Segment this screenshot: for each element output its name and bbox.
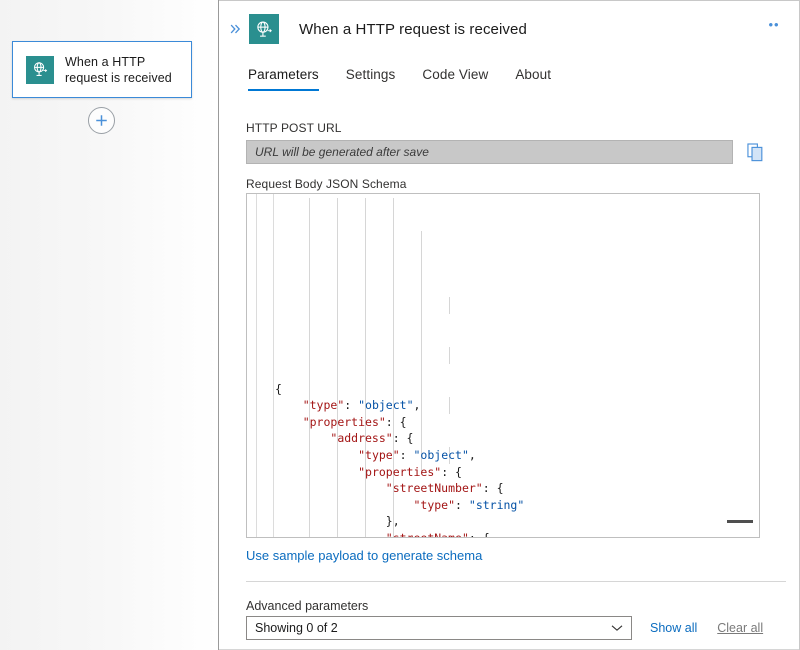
more-options-icon[interactable]: •• [763, 17, 785, 33]
designer-canvas[interactable]: When a HTTP request is received [0, 0, 219, 650]
advanced-parameters-select[interactable]: Showing 0 of 2 [246, 616, 632, 640]
advanced-parameters-row: Showing 0 of 2 Show all Clear all [246, 616, 763, 640]
code-line: "type": "string" [275, 497, 759, 514]
indent-guide [449, 297, 450, 314]
code-line-container: { "type": "object", "properties": { "add… [275, 381, 759, 538]
tab-parameters[interactable]: Parameters [248, 67, 319, 91]
chevron-down-icon [611, 621, 623, 635]
workflow-node-http-trigger[interactable]: When a HTTP request is received [12, 41, 192, 98]
indent-guide [449, 347, 450, 364]
editor-gutter-line [256, 194, 257, 537]
code-line: }, [275, 513, 759, 530]
show-all-link[interactable]: Show all [650, 621, 697, 635]
http-globe-icon [249, 14, 279, 44]
code-line: "streetName": { [275, 530, 759, 538]
http-post-url-row: URL will be generated after save [246, 140, 798, 164]
editor-horizontal-scrollbar[interactable] [727, 520, 753, 523]
trigger-details-panel: When a HTTP request is received •• Param… [219, 0, 800, 650]
json-schema-code[interactable]: { "type": "object", "properties": { "add… [275, 198, 759, 537]
logic-app-designer: When a HTTP request is received [0, 0, 800, 650]
copy-icon[interactable] [745, 141, 765, 163]
page-title: When a HTTP request is received [299, 21, 527, 38]
panel-header: When a HTTP request is received •• [219, 1, 799, 57]
code-line: "streetNumber": { [275, 480, 759, 497]
code-line: "type": "object", [275, 397, 759, 414]
tab-code-view[interactable]: Code View [422, 67, 488, 91]
double-chevron-right-icon[interactable] [224, 22, 246, 36]
code-line: { [275, 381, 759, 398]
code-line: "properties": { [275, 464, 759, 481]
http-post-url-label: HTTP POST URL [246, 121, 342, 135]
code-line: "properties": { [275, 414, 759, 431]
editor-fold-gutter-line [273, 194, 274, 537]
advanced-parameters-value: Showing 0 of 2 [255, 621, 338, 635]
json-schema-editor[interactable]: { "type": "object", "properties": { "add… [246, 193, 760, 538]
clear-all-link[interactable]: Clear all [717, 621, 763, 635]
use-sample-payload-link[interactable]: Use sample payload to generate schema [246, 548, 482, 563]
advanced-parameters-label: Advanced parameters [246, 599, 368, 613]
http-post-url-input[interactable]: URL will be generated after save [246, 140, 733, 164]
code-line: "address": { [275, 430, 759, 447]
tab-settings[interactable]: Settings [346, 67, 396, 91]
tab-about[interactable]: About [515, 67, 551, 91]
add-step-button[interactable] [88, 107, 115, 134]
code-line: "type": "object", [275, 447, 759, 464]
panel-tabs: Parameters Settings Code View About [248, 67, 578, 91]
section-divider [246, 581, 786, 582]
http-globe-icon [26, 56, 54, 84]
workflow-node-label: When a HTTP request is received [65, 54, 177, 86]
request-body-schema-label: Request Body JSON Schema [246, 177, 406, 191]
